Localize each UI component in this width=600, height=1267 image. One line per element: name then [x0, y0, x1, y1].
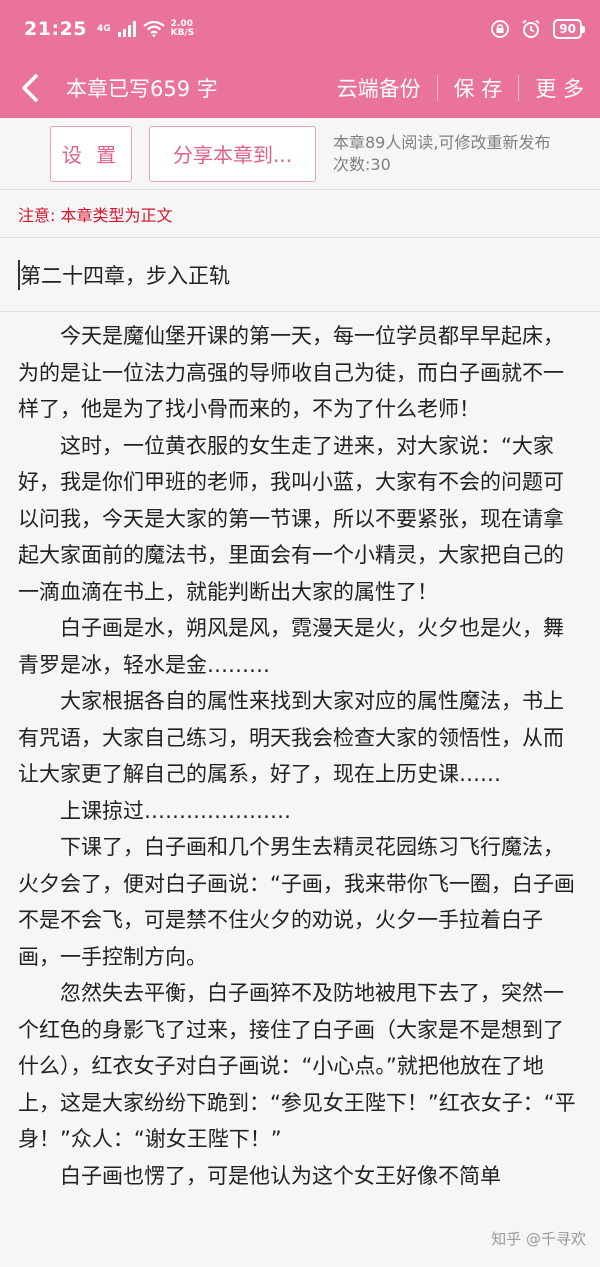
status-icons: 4G 2.00 KB/S — [97, 20, 194, 38]
status-right: 90 — [491, 19, 585, 39]
paragraph: 忽然失去平衡，白子画猝不及防地被甩下去了，突然一个红色的身影飞了过来，接住了白子… — [18, 981, 576, 1151]
nav-actions: 云端备份 保 存 更 多 — [321, 73, 600, 103]
settings-button[interactable]: 设 置 — [50, 125, 132, 182]
chevron-left-icon — [22, 74, 38, 102]
paragraph: 这时，一位黄衣服的女生走了进来，对大家说：“大家好，我是你们甲班的老师，我叫小蓝… — [18, 433, 564, 604]
share-chapter-button[interactable]: 分享本章到... — [149, 125, 316, 182]
chapter-title-field[interactable]: 第二十四章，步入正轨 — [0, 238, 600, 312]
chapter-content-editor[interactable]: 今天是魔仙堡开课的第一天，每一位学员都早早起床，为的是让一位法力高强的导师收自己… — [18, 318, 584, 1267]
paragraph: 下课了，白子画和几个男生去精灵花园练习飞行魔法，火夕会了，便对白子画说：“子画，… — [18, 835, 575, 969]
lock-icon — [491, 20, 510, 38]
word-count-title: 本章已写659 字 — [66, 77, 218, 101]
alarm-icon — [522, 19, 540, 38]
watermark: 知乎 @千寻欢 — [491, 1228, 586, 1249]
save-button[interactable]: 保 存 — [438, 73, 519, 103]
wifi-icon — [142, 21, 165, 37]
paragraph: 大家根据各自的属性来找到大家对应的属性魔法，书上有咒语，大家自己练习，明天我会检… — [18, 689, 564, 786]
paragraph: 今天是魔仙堡开课的第一天，每一位学员都早早起床，为的是让一位法力高强的导师收自己… — [18, 324, 564, 421]
chapter-title: 第二十四章，步入正轨 — [20, 263, 230, 288]
battery-icon: 90 — [553, 19, 585, 39]
signal-icon — [117, 21, 136, 37]
more-button[interactable]: 更 多 — [519, 73, 584, 103]
read-info: 本章89人阅读,可修改重新发布次数:30 — [333, 132, 551, 174]
clock: 21:25 — [24, 18, 87, 40]
network-type: 4G — [96, 23, 111, 34]
network-speed: 2.00 KB/S — [170, 19, 195, 38]
chapter-toolbar: 设 置 分享本章到... 本章89人阅读,可修改重新发布次数:30 — [0, 118, 600, 190]
top-nav-bar: 本章已写659 字 云端备份 保 存 更 多 — [0, 58, 600, 118]
status-bar: 21:25 4G 2.00 KB/S 90 — [0, 0, 600, 58]
back-button[interactable] — [0, 58, 60, 118]
paragraph: 上课掠过………………… — [60, 798, 291, 823]
paragraph: 白子画也愣了，可是他认为这个女王好像不简单 — [60, 1163, 501, 1188]
chapter-type-notice: 注意: 本章类型为正文 — [0, 190, 600, 238]
cloud-backup-button[interactable]: 云端备份 — [321, 73, 437, 103]
paragraph: 白子画是水，朔风是风，霓漫天是火，火夕也是火，舞青罗是冰，轻水是金……… — [18, 616, 564, 677]
